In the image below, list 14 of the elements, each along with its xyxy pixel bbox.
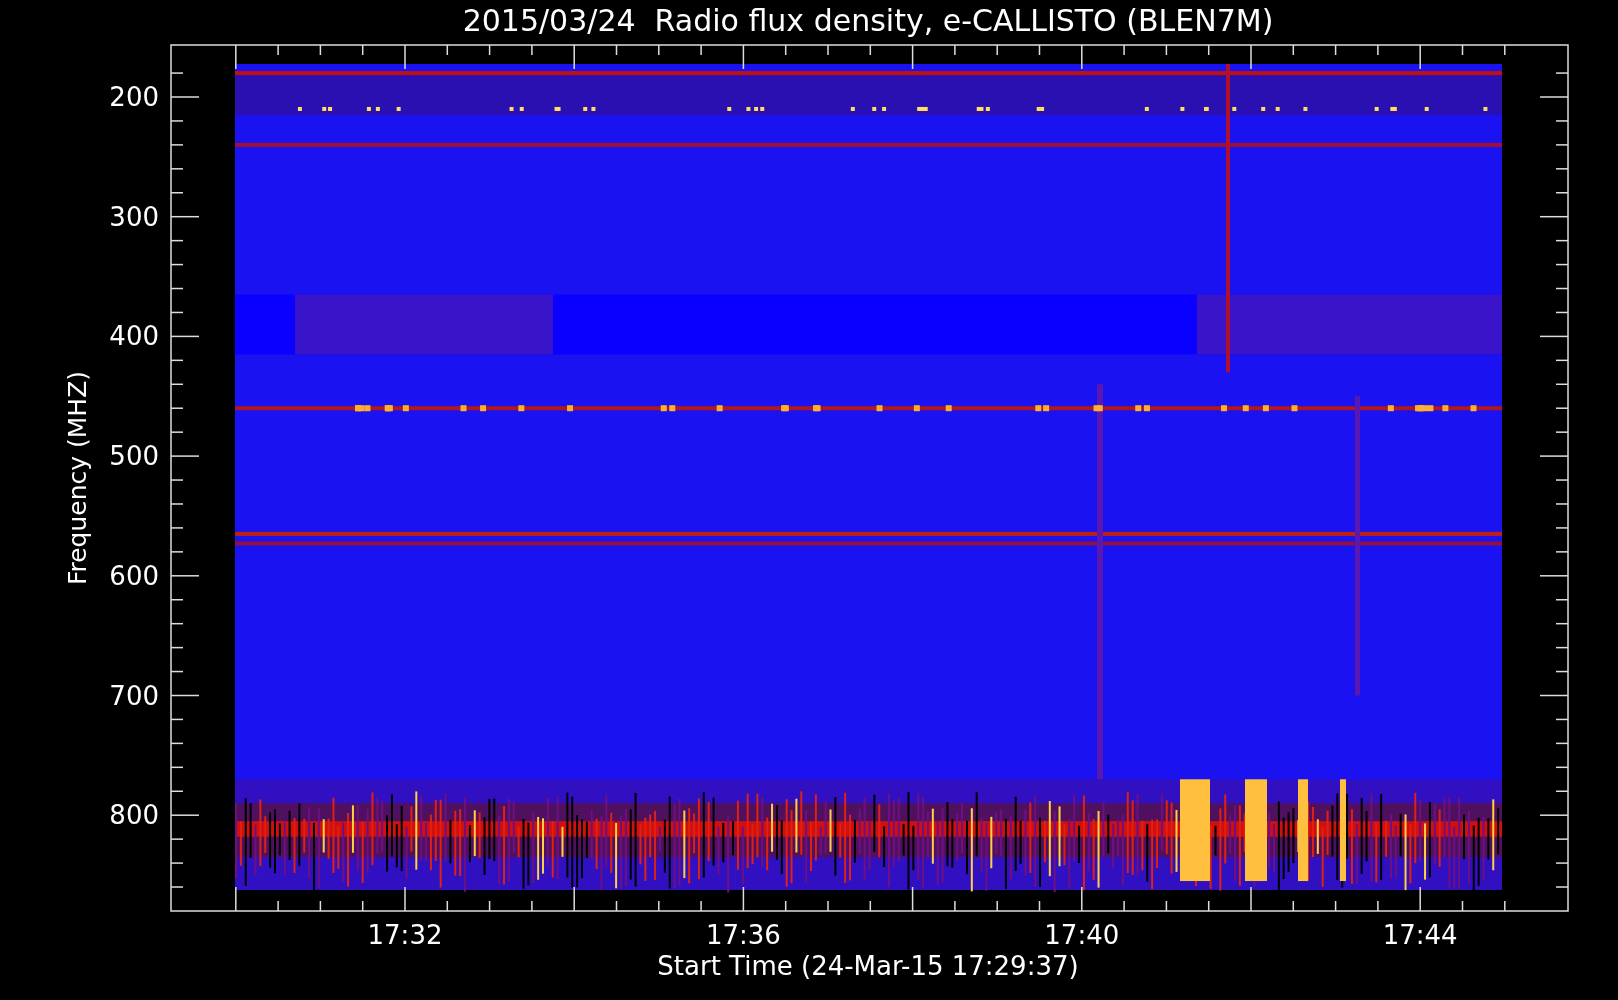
chart-title: 2015/03/24 Radio flux density, e-CALLISTO (BLEN7M)	[462, 3, 1274, 38]
x-tick-label: 17:36	[705, 920, 781, 950]
y-tick-label: 200	[109, 82, 159, 112]
y-tick-label: 600	[109, 560, 159, 591]
y-axis-label: Frequency (MHZ)	[63, 370, 92, 586]
y-tick-label: 500	[109, 441, 159, 472]
y-tick-label: 800	[109, 800, 159, 831]
x-tick-label: 17:40	[1044, 920, 1120, 950]
y-tick-label: 300	[109, 201, 159, 232]
x-tick-label: 17:44	[1382, 920, 1458, 950]
x-axis-label: Start Time (24-Mar-15 17:29:37)	[657, 951, 1079, 981]
x-tick-label: 17:32	[367, 920, 443, 950]
y-tick-label: 700	[109, 680, 159, 711]
y-tick-label: 400	[109, 321, 159, 352]
